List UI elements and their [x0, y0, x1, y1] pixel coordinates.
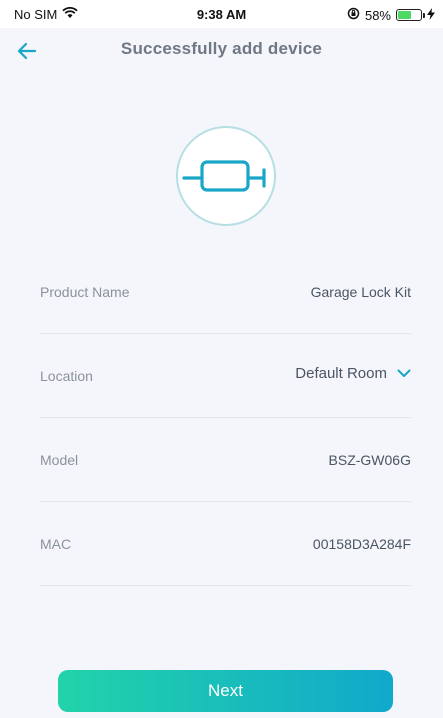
location-row[interactable]: Location Default Room: [40, 334, 411, 418]
product-name-label: Product Name: [40, 284, 130, 300]
battery-percent: 58%: [364, 7, 391, 23]
rotation-lock-icon: [347, 7, 360, 23]
status-bar: No SIM 9:38 AM 58%: [0, 0, 443, 28]
mac-row: MAC 00158D3A284F: [40, 502, 411, 586]
product-name-row: Product Name Garage Lock Kit: [40, 250, 411, 334]
device-info-list: Product Name Garage Lock Kit Location De…: [40, 250, 411, 586]
battery-level-fill: [398, 11, 411, 19]
chevron-down-icon: [397, 369, 411, 377]
location-value: Default Room: [295, 365, 387, 382]
status-right: 58%: [347, 7, 435, 23]
model-row: Model BSZ-GW06G: [40, 418, 411, 502]
mac-label: MAC: [40, 536, 72, 552]
model-value: BSZ-GW06G: [328, 452, 411, 468]
product-name-value: Garage Lock Kit: [310, 284, 411, 300]
charging-bolt-icon: [427, 7, 435, 23]
location-select[interactable]: Default Room: [295, 365, 411, 382]
battery-icon: [396, 9, 425, 21]
model-label: Model: [40, 452, 79, 468]
next-button[interactable]: Next: [58, 670, 393, 712]
mac-value: 00158D3A284F: [312, 536, 411, 552]
garage-lock-kit-icon: [182, 160, 266, 192]
header: Successfully add device: [0, 28, 443, 72]
location-label: Location: [40, 368, 93, 384]
page-title: Successfully add device: [120, 39, 323, 58]
device-icon-badge: [176, 126, 276, 226]
